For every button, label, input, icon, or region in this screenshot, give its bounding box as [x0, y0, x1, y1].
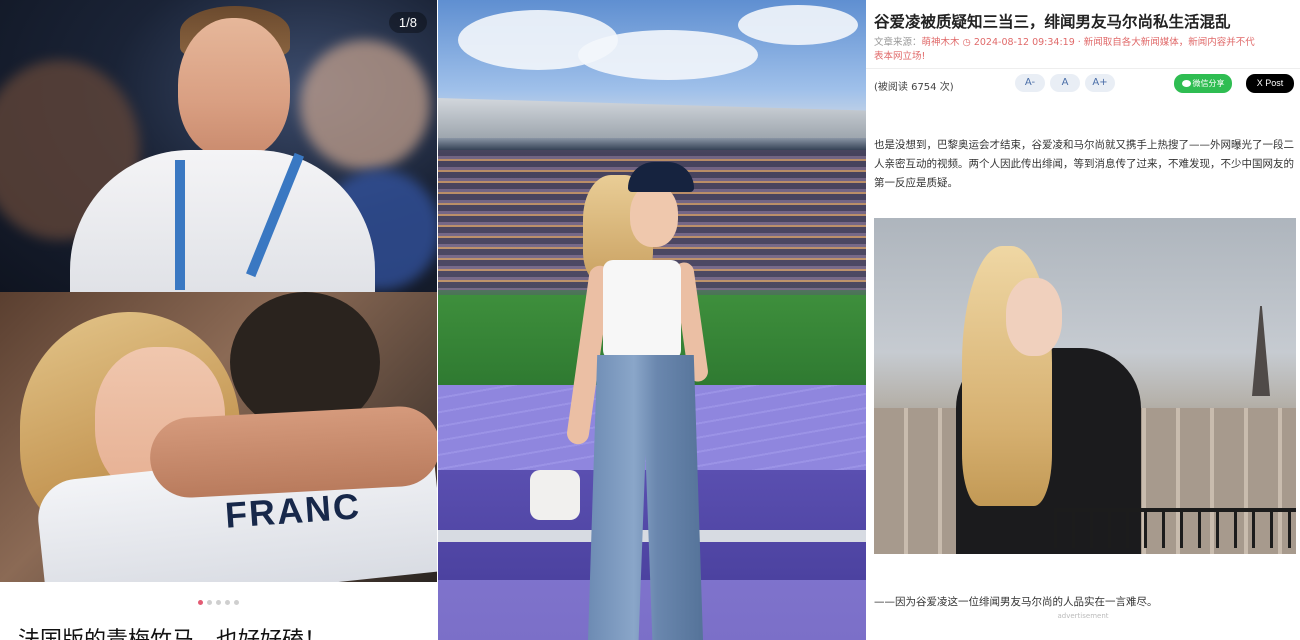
font-decrease-button[interactable]: A-	[1015, 74, 1045, 92]
article-footer-text: ——因为谷爱凌这一位绯闻男友马尔尚的人品实在一言难尽。	[874, 596, 1158, 608]
divider	[866, 68, 1300, 69]
woman-face	[1006, 278, 1062, 356]
pagination-dot[interactable]	[225, 600, 230, 605]
left-panel: 1/8 FRANC 法国版的青梅竹马，也好好磕！	[0, 0, 437, 640]
eiffel-tower	[1252, 306, 1270, 396]
pagination-dot[interactable]	[216, 600, 221, 605]
meta-disclaimer: 表本网立场!	[874, 51, 926, 62]
article-paragraph: 也是没想到，巴黎奥运会才结束，谷爱凌和马尔尚就又携手上热搜了——外网曝光了一段二…	[874, 139, 1294, 189]
athlete-face	[178, 18, 290, 158]
stadium-roof	[438, 98, 866, 138]
article-title: 谷爱凌被质疑知三当三，绯闻男友马尔尚私生活混乱	[874, 13, 1231, 31]
photo-hugging-couple[interactable]: FRANC	[0, 292, 437, 582]
wechat-share-label: 微信分享	[1192, 79, 1225, 88]
photo-woman-paris-balcony[interactable]	[874, 218, 1296, 554]
article-panel: 谷爱凌被质疑知三当三，绯闻男友马尔尚私生活混乱 文章来源：萌神木木 ◷ 2024…	[866, 0, 1300, 640]
cloud	[578, 30, 758, 80]
meta-source-text: 萌神木木 ◷ 2024-08-12 09:34:19 · 新闻取自各大新闻媒体，…	[921, 37, 1255, 48]
wechat-icon	[1181, 80, 1191, 87]
pagination-dot[interactable]	[207, 600, 212, 605]
white-handbag	[530, 470, 580, 520]
crowd-blur	[300, 40, 430, 170]
pagination-dot[interactable]	[198, 600, 203, 605]
font-increase-button[interactable]: A+	[1085, 74, 1115, 92]
image-counter-badge: 1/8	[388, 12, 427, 33]
post-caption: 法国版的青梅竹马，也好好磕！	[18, 622, 437, 640]
article-meta: 文章来源：萌神木木 ◷ 2024-08-12 09:34:19 · 新闻取自各大…	[874, 36, 1298, 64]
woman-face	[630, 185, 678, 247]
x-post-button[interactable]: X Post	[1246, 74, 1294, 93]
photo-athlete-with-medal-lanyard[interactable]: 1/8	[0, 0, 437, 292]
photo-woman-at-stadium[interactable]	[438, 0, 866, 640]
read-count: (被阅读 6754 次)	[874, 82, 954, 93]
medal-lanyard	[175, 160, 185, 290]
advertisement-label: advertisement	[1057, 612, 1109, 620]
cloud	[738, 5, 858, 45]
font-reset-button[interactable]: A	[1050, 74, 1080, 92]
pagination-dot[interactable]	[234, 600, 239, 605]
white-top	[603, 260, 681, 360]
meta-source-label: 文章来源：	[874, 37, 922, 48]
balcony-railing	[1054, 508, 1296, 548]
arm	[148, 404, 437, 500]
wechat-share-button[interactable]: 微信分享	[1174, 74, 1232, 93]
carousel-pagination	[0, 600, 437, 610]
